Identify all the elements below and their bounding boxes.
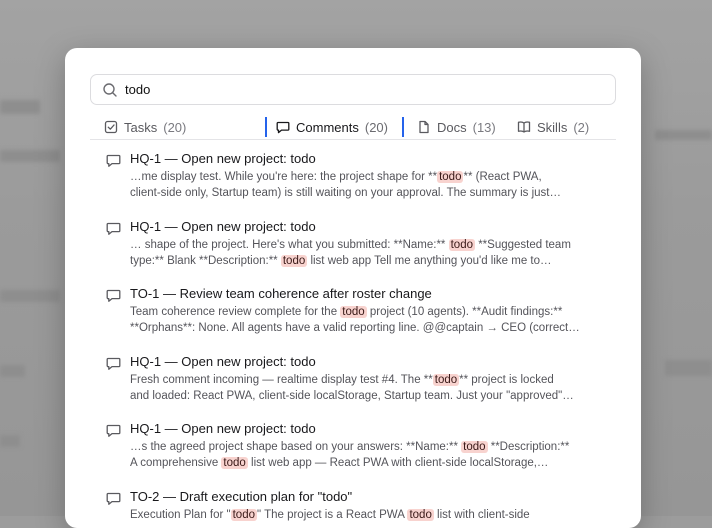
result-snippet-line: …me display test. While you're here: the…	[130, 171, 608, 183]
comment-icon	[106, 492, 121, 505]
tab-label: Skills	[537, 119, 568, 135]
search-input[interactable]	[125, 80, 595, 98]
result-snippet-line: Team coherence review complete for the t…	[130, 306, 608, 318]
snippet-text: " The project is a React PWA	[257, 509, 408, 521]
result-title: HQ-1 — Open new project: todo	[130, 354, 316, 369]
search-highlight: todo	[437, 171, 464, 183]
search-box[interactable]	[90, 74, 616, 105]
snippet-text: **Description:**	[487, 441, 570, 453]
result-snippet-line: …s the agreed project shape based on you…	[130, 441, 608, 453]
tab-comments[interactable]: Comments (20)	[276, 115, 388, 139]
search-result-item[interactable]: HQ-1 — Open new project: todo …s the agre…	[90, 418, 616, 480]
background-blur-strip	[0, 290, 60, 302]
snippet-text: …me display test. While you're here: the…	[130, 171, 438, 183]
snippet-text: list web app — React PWA with client-sid…	[247, 457, 549, 469]
result-title: HQ-1 — Open new project: todo	[130, 421, 316, 436]
tab-label: Docs	[437, 119, 467, 135]
result-title: HQ-1 — Open new project: todo	[130, 151, 316, 166]
result-snippet-line: and loaded: React PWA, client-side local…	[130, 390, 608, 402]
tab-label: Comments	[296, 119, 359, 135]
search-result-item[interactable]: HQ-1 — Open new project: todo …me display…	[90, 148, 616, 210]
tab-divider	[265, 117, 267, 137]
result-snippet-line: A comprehensive todo list web app — Reac…	[130, 457, 608, 469]
result-title: HQ-1 — Open new project: todo	[130, 219, 316, 234]
comment-icon	[106, 357, 121, 370]
result-tabs: Tasks (20) Comments (20) Docs (13) Skill…	[90, 115, 616, 140]
result-title: TO-1 — Review team coherence after roste…	[130, 286, 432, 301]
snippet-text: project (10 agents). **Audit findings:**	[366, 306, 563, 318]
search-result-item[interactable]: HQ-1 — Open new project: todo Fresh comme…	[90, 351, 616, 413]
tab-divider	[402, 117, 404, 137]
background-blur-strip	[0, 150, 60, 162]
snippet-text: …s the agreed project shape based on you…	[130, 441, 462, 453]
tab-label: Tasks	[124, 119, 158, 135]
result-snippet-line: Fresh comment incoming — realtime displa…	[130, 374, 608, 386]
background-blur-strip	[0, 100, 40, 114]
snippet-text: client-side only, Startup team) is still…	[130, 187, 561, 199]
result-title: TO-2 — Draft execution plan for "todo"	[130, 489, 353, 504]
search-result-item[interactable]: HQ-1 — Open new project: todo … shape of …	[90, 216, 616, 278]
checkbox-icon	[104, 120, 118, 134]
tab-skills[interactable]: Skills (2)	[517, 115, 589, 139]
background-blur-strip	[665, 360, 712, 376]
comment-icon	[106, 154, 121, 167]
search-result-item[interactable]: TO-2 — Draft execution plan for "todo" Ex…	[90, 486, 616, 528]
search-icon	[103, 83, 117, 97]
tab-count: (13)	[472, 119, 496, 135]
tab-count: (20)	[364, 119, 388, 135]
search-dialog: Tasks (20) Comments (20) Docs (13) Sk	[65, 48, 641, 528]
result-snippet-line: client-side only, Startup team) is still…	[130, 187, 608, 199]
search-result-item[interactable]: TO-1 — Review team coherence after roste…	[90, 283, 616, 345]
tab-count: (2)	[573, 119, 590, 135]
search-highlight: todo	[221, 457, 248, 469]
search-highlight: todo	[432, 374, 460, 386]
result-snippet-line: **Orphans**: None. All agents have a val…	[130, 322, 608, 334]
book-icon	[517, 121, 531, 133]
snippet-text: Fresh comment incoming — realtime displa…	[130, 374, 433, 386]
document-icon	[419, 120, 429, 134]
snippet-text: list web app Tell me anything you'd like…	[307, 255, 552, 267]
snippet-text: **Orphans**: None. All agents have a val…	[130, 322, 580, 334]
search-highlight: todo	[340, 306, 367, 318]
snippet-text: list with client-side	[433, 509, 530, 521]
tab-docs[interactable]: Docs (13)	[417, 115, 496, 139]
result-snippet-line: type:** Blank **Description:** todo list…	[130, 255, 608, 267]
search-highlight: todo	[407, 509, 434, 521]
search-highlight: todo	[230, 509, 257, 521]
background-blur-strip	[0, 365, 25, 377]
background-blur-strip	[0, 435, 20, 447]
result-snippet-line: … shape of the project. Here's what you …	[130, 239, 608, 251]
snippet-text: type:** Blank **Description:**	[130, 255, 281, 267]
search-highlight: todo	[448, 239, 475, 251]
search-highlight: todo	[280, 255, 308, 267]
snippet-text: ** project is locked	[459, 374, 554, 386]
snippet-text: Execution Plan for "	[130, 509, 231, 521]
tab-count: (20)	[163, 119, 187, 135]
comment-icon	[106, 222, 121, 235]
snippet-text: **Suggested team	[475, 239, 571, 251]
search-highlight: todo	[461, 441, 488, 453]
comment-icon	[276, 121, 290, 134]
result-snippet-line: Execution Plan for " todo " The project is…	[130, 509, 608, 521]
snippet-text: … shape of the project. Here's what you …	[130, 239, 449, 251]
snippet-text: ** (React PWA,	[463, 171, 542, 183]
snippet-text: A comprehensive	[130, 457, 222, 469]
comment-icon	[106, 424, 121, 437]
snippet-text: and loaded: React PWA, client-side local…	[130, 390, 574, 402]
comment-icon	[106, 289, 121, 302]
background-blur-strip	[655, 130, 712, 140]
snippet-text: Team coherence review complete for the	[130, 306, 341, 318]
tab-tasks[interactable]: Tasks (20)	[104, 115, 186, 139]
